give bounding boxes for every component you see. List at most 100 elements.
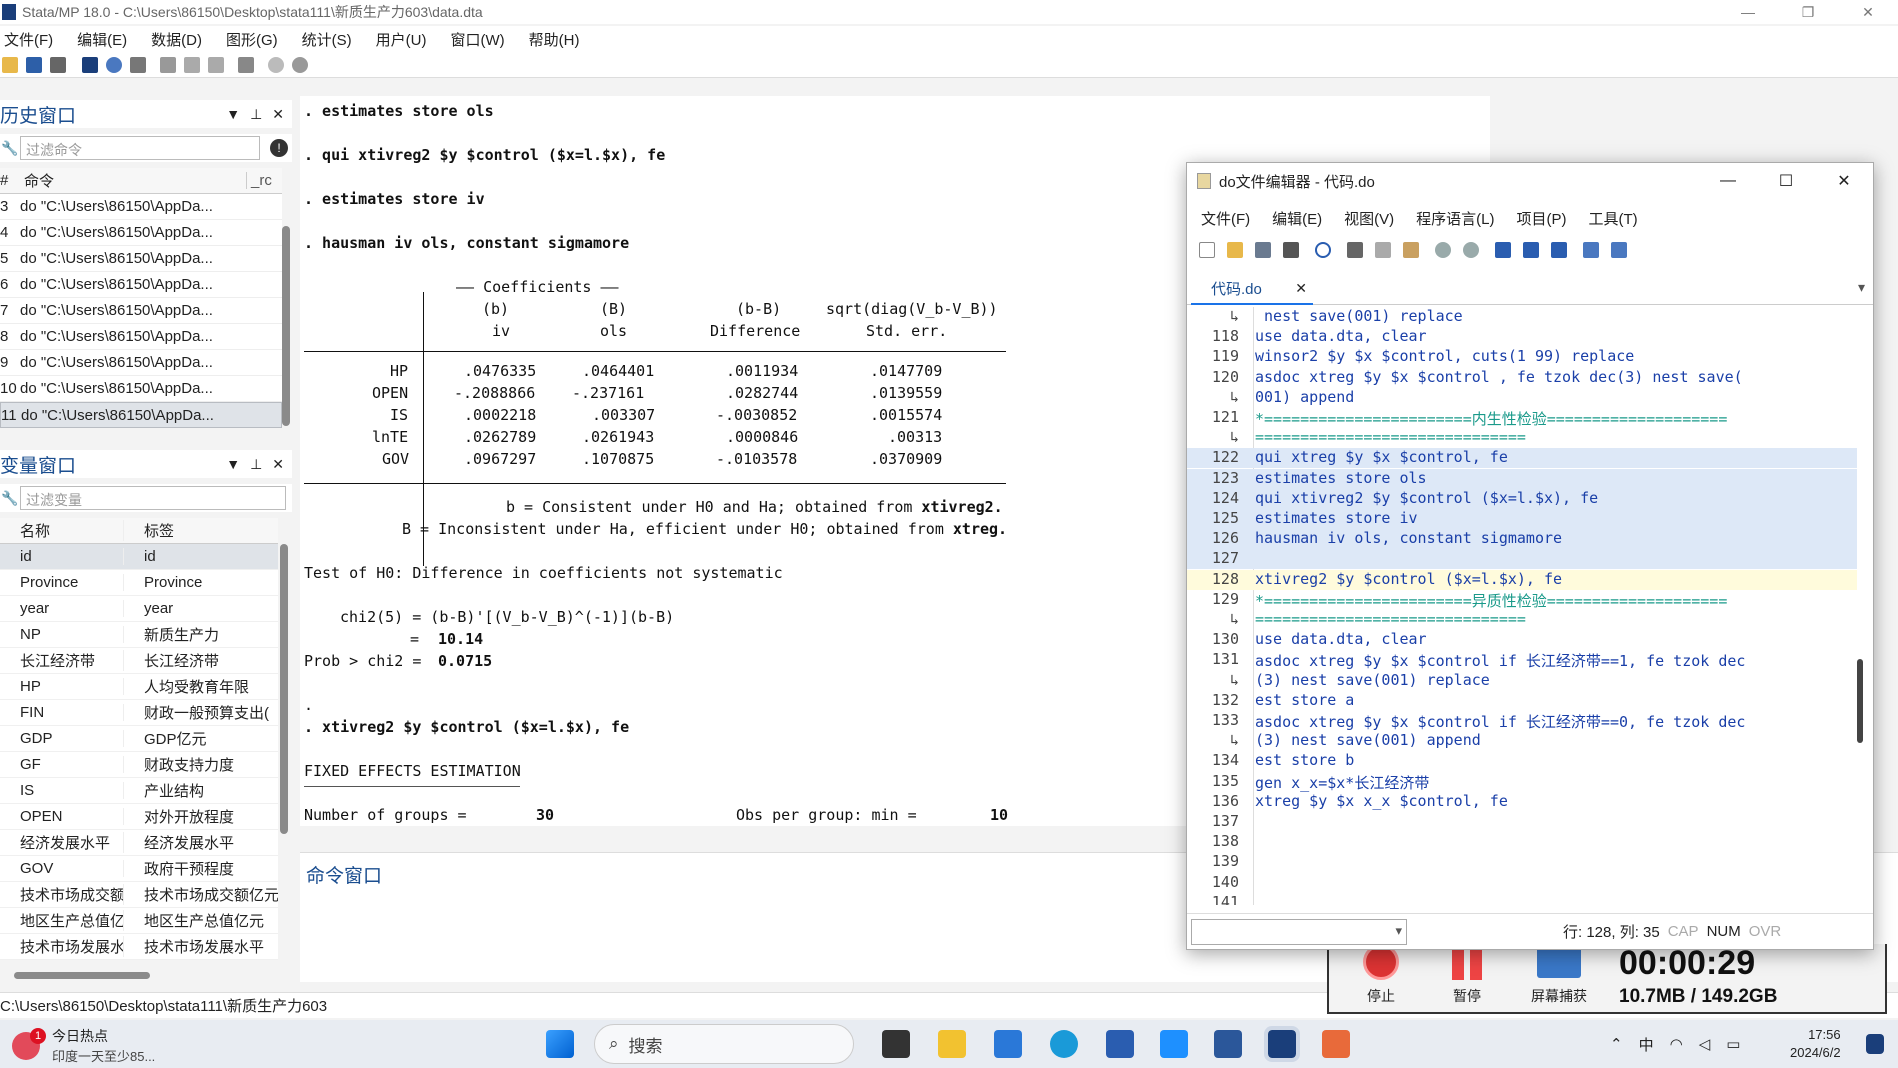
do-menu-tools[interactable]: 工具(T)	[1589, 208, 1638, 229]
close-icon[interactable]: ✕	[272, 456, 284, 473]
code-line[interactable]: ↳ 001) append	[1187, 388, 1857, 408]
history-row-selected[interactable]: 11 do "C:\Users\86150\AppDa...	[0, 402, 282, 428]
variable-row[interactable]: Province Province	[0, 570, 278, 596]
variable-row[interactable]: HP 人均受教育年限	[0, 674, 278, 700]
wrench-icon[interactable]: 🔧	[0, 140, 20, 157]
save-icon[interactable]	[26, 56, 42, 73]
close-button[interactable]: ✕	[1838, 0, 1898, 24]
code-line[interactable]: 140	[1187, 873, 1857, 893]
code-line[interactable]: 122 qui xtreg $y $x $control, fe	[1187, 448, 1857, 469]
code-line[interactable]: 139	[1187, 852, 1857, 872]
history-row[interactable]: 9 do "C:\Users\86150\AppDa...	[0, 350, 282, 376]
variable-row[interactable]: GOV 政府干预程度	[0, 856, 278, 882]
code-line[interactable]: 141	[1187, 893, 1857, 905]
mail-icon[interactable]	[994, 1030, 1022, 1058]
paste-icon[interactable]	[1403, 242, 1419, 258]
code-line[interactable]: ↳ (3) nest save(001) replace	[1187, 671, 1857, 691]
menu-user[interactable]: 用户(U)	[376, 29, 427, 50]
wrench-icon[interactable]: 🔧	[0, 490, 20, 507]
edge-icon[interactable]	[1050, 1030, 1078, 1058]
pin-icon[interactable]: ⊥	[250, 106, 262, 123]
variable-row[interactable]: id id	[0, 544, 278, 570]
restore-button[interactable]: ❐	[1778, 0, 1838, 24]
prev-bookmark-icon[interactable]	[1523, 242, 1539, 258]
clock[interactable]: 17:56 2024/6/2	[1790, 1026, 1841, 1062]
battery-icon[interactable]: ▭	[1726, 1035, 1740, 1053]
copy-icon[interactable]	[1375, 242, 1391, 258]
code-line[interactable]: 137	[1187, 812, 1857, 832]
code-line[interactable]: 120 asdoc xtreg $y $x $control , fe tzok …	[1187, 368, 1857, 388]
break-icon[interactable]	[292, 56, 308, 73]
stop-button[interactable]: 停止	[1351, 944, 1411, 1006]
execute-icon[interactable]	[1611, 242, 1627, 258]
variable-row[interactable]: FIN 财政一般预算支出(	[0, 700, 278, 726]
history-row[interactable]: 3 do "C:\Users\86150\AppDa...	[0, 194, 282, 220]
ime-indicator[interactable]: 中	[1639, 1034, 1654, 1055]
find-icon[interactable]	[1315, 242, 1331, 258]
variables-scrollbar[interactable]	[280, 544, 288, 834]
variable-row[interactable]: 技术市场发展水... 技术市场发展水平	[0, 934, 278, 960]
variable-row[interactable]: 长江经济带 长江经济带	[0, 648, 278, 674]
history-row[interactable]: 5 do "C:\Users\86150\AppDa...	[0, 246, 282, 272]
viewer-icon[interactable]	[106, 56, 122, 73]
store-icon[interactable]	[1106, 1030, 1134, 1058]
do-menu-view[interactable]: 视图(V)	[1344, 208, 1394, 229]
save-icon[interactable]	[1255, 242, 1271, 258]
code-line[interactable]: 131 asdoc xtreg $y $x $control if 长江经济带==…	[1187, 650, 1857, 670]
menu-statistics[interactable]: 统计(S)	[302, 29, 352, 50]
task-view-icon[interactable]	[882, 1030, 910, 1058]
wifi-icon[interactable]: ◠	[1670, 1035, 1683, 1053]
code-line[interactable]: 132 est store a	[1187, 691, 1857, 711]
do-editor-maximize-button[interactable]: ☐	[1757, 163, 1815, 199]
code-editor[interactable]: ↳ nest save(001) replace 118 use data.dta,…	[1187, 307, 1873, 905]
pin-icon[interactable]: ⊥	[250, 456, 262, 473]
menu-edit[interactable]: 编辑(E)	[77, 29, 127, 50]
code-line[interactable]: 127	[1187, 549, 1857, 570]
code-line[interactable]: 125 estimates store iv	[1187, 509, 1857, 529]
code-line[interactable]: ↳ (3) nest save(001) append	[1187, 731, 1857, 751]
start-icon[interactable]	[546, 1030, 574, 1058]
menu-window[interactable]: 窗口(W)	[450, 29, 504, 50]
do-menu-edit[interactable]: 编辑(E)	[1272, 208, 1322, 229]
news-widget[interactable]: 1 今日热点 印度一天至少85...	[12, 1026, 155, 1065]
variable-row[interactable]: GDP GDP亿元	[0, 726, 278, 752]
taskbar-search[interactable]: ⌕ 搜索	[594, 1024, 854, 1064]
next-bookmark-icon[interactable]	[1551, 242, 1567, 258]
menu-data[interactable]: 数据(D)	[151, 29, 202, 50]
code-line[interactable]: ↳ ==============================	[1187, 428, 1857, 448]
menu-help[interactable]: 帮助(H)	[529, 29, 580, 50]
variables-manager-icon[interactable]	[238, 56, 254, 73]
filter-icon[interactable]: ▼	[226, 106, 240, 123]
history-row[interactable]: 6 do "C:\Users\86150\AppDa...	[0, 272, 282, 298]
do-editor-close-button[interactable]: ✕	[1815, 163, 1873, 199]
history-row[interactable]: 8 do "C:\Users\86150\AppDa...	[0, 324, 282, 350]
file-explorer-icon[interactable]	[938, 1030, 966, 1058]
recorder-icon[interactable]	[1322, 1030, 1350, 1058]
code-line[interactable]: 130 use data.dta, clear	[1187, 630, 1857, 650]
variable-row[interactable]: IS 产业结构	[0, 778, 278, 804]
history-row[interactable]: 4 do "C:\Users\86150\AppDa...	[0, 220, 282, 246]
redo-icon[interactable]	[1463, 242, 1479, 258]
print-icon[interactable]	[1283, 242, 1299, 258]
data-browser-icon[interactable]	[208, 56, 224, 73]
code-line[interactable]: 118 use data.dta, clear	[1187, 327, 1857, 347]
show-file-icon[interactable]	[1583, 242, 1599, 258]
new-file-icon[interactable]	[1199, 242, 1215, 258]
bookmark-icon[interactable]	[1495, 242, 1511, 258]
log-icon[interactable]	[82, 56, 98, 73]
code-line[interactable]: 133 asdoc xtreg $y $x $control if 长江经济带==…	[1187, 711, 1857, 731]
variable-row[interactable]: year year	[0, 596, 278, 622]
do-menu-project[interactable]: 项目(P)	[1517, 208, 1567, 229]
chevron-up-icon[interactable]: ⌃	[1610, 1035, 1623, 1053]
code-line[interactable]: 129 *=======================异质性检验========…	[1187, 590, 1857, 610]
pause-button[interactable]: 暂停	[1437, 944, 1497, 1006]
tab-code-do[interactable]: 代码.do ✕	[1191, 273, 1313, 305]
open-icon[interactable]	[2, 56, 18, 73]
code-line[interactable]: ↳ ==============================	[1187, 610, 1857, 630]
do-editor-minimize-button[interactable]: —	[1699, 163, 1757, 199]
code-line[interactable]: 135 gen x_x=$x*长江经济带	[1187, 772, 1857, 792]
print-icon[interactable]	[50, 56, 66, 73]
code-line[interactable]: 123 estimates store ols	[1187, 468, 1857, 489]
code-line[interactable]: 121 *=======================内生性检验========…	[1187, 408, 1857, 428]
variables-hscrollbar[interactable]	[14, 972, 150, 979]
